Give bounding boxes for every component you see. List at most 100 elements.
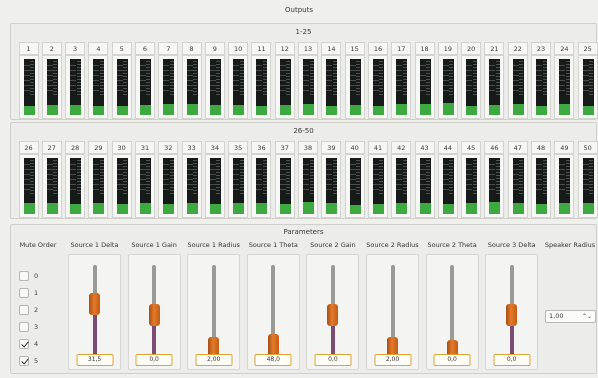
level-meter-bar: [582, 158, 594, 214]
slider-track[interactable]: [387, 265, 398, 359]
level-meter-bar: [209, 158, 221, 214]
meter-scale: [286, 160, 291, 194]
meter-ticks: [163, 164, 170, 192]
slider-track[interactable]: [506, 265, 518, 357]
meter-frame: [414, 55, 435, 119]
meter-scale: [309, 160, 314, 194]
mute-order-item-0[interactable]: 0: [19, 271, 38, 281]
mute-order-checkbox[interactable]: [19, 322, 29, 332]
meter-frame: [507, 154, 528, 218]
meter-ticks: [419, 65, 426, 93]
level-fill: [372, 106, 384, 115]
mute-order-item-1[interactable]: 1: [19, 288, 38, 298]
output-channel-label: 18: [414, 42, 435, 55]
meter-ticks: [349, 164, 356, 192]
meter-frame: [531, 55, 552, 119]
slider-value-field[interactable]: 0,0: [314, 354, 352, 366]
level-meter-bar: [93, 158, 105, 214]
meter-scale: [262, 160, 267, 194]
speaker-radius-spinbox[interactable]: 1,00 ⌃⌄: [545, 310, 596, 323]
slider-column-source-1-delta: Source 1 Delta 31,5: [65, 239, 124, 373]
slider-value-field[interactable]: 0,0: [493, 354, 531, 366]
slider-handle[interactable]: [327, 303, 339, 326]
slider-value-field[interactable]: 0,0: [433, 354, 471, 366]
level-fill: [536, 203, 548, 214]
level-meter-bar: [419, 158, 431, 214]
meter-ticks: [46, 164, 53, 192]
output-channel-label: 38: [298, 141, 319, 154]
slider-panel: 2,00: [366, 254, 419, 370]
meter-scale: [99, 61, 104, 95]
level-meter-bar: [396, 59, 408, 115]
mute-order-item-3[interactable]: 3: [19, 322, 38, 332]
meter-scale: [356, 61, 361, 95]
level-fill: [396, 202, 408, 214]
output-channel-label: 40: [344, 141, 365, 154]
output-meter-17: 17: [390, 42, 413, 119]
meter-ticks: [256, 164, 263, 192]
output-channel-label: 8: [181, 42, 202, 55]
meter-scale: [123, 160, 128, 194]
meter-scale: [169, 160, 174, 194]
slider-handle[interactable]: [506, 303, 518, 326]
slider-track[interactable]: [89, 265, 100, 357]
mute-order-column: Mute Order 0 1 2 3 4 5: [11, 239, 65, 373]
meter-scale: [216, 61, 221, 95]
level-meter-bar: [442, 59, 454, 115]
mute-order-checkbox[interactable]: [19, 305, 29, 315]
output-meter-50: 50: [576, 141, 598, 218]
level-fill: [23, 106, 35, 115]
slider-track[interactable]: [208, 265, 220, 359]
meter-ticks: [116, 65, 123, 93]
slider-handle[interactable]: [89, 292, 100, 315]
slider-value-field[interactable]: 2,00: [195, 354, 233, 366]
meter-ticks: [163, 65, 170, 93]
output-meter-8: 8: [180, 42, 203, 119]
level-fill: [139, 104, 151, 115]
mute-order-item-5[interactable]: 5: [19, 356, 38, 366]
meter-frame: [228, 55, 249, 119]
level-fill: [326, 202, 338, 214]
output-meter-22: 22: [506, 42, 529, 119]
meter-frame: [531, 154, 552, 218]
meter-frame: [134, 55, 155, 119]
level-fill: [46, 104, 58, 115]
mute-order-checkbox[interactable]: [19, 288, 29, 298]
meter-ticks: [349, 65, 356, 93]
slider-track[interactable]: [327, 265, 339, 357]
slider-value-field[interactable]: 48,0: [254, 354, 292, 366]
slider-track[interactable]: [446, 265, 458, 362]
output-meter-36: 36: [250, 141, 273, 218]
speaker-radius-column: Speaker Radius 1,00 ⌃⌄: [542, 239, 598, 373]
meter-scale: [193, 61, 198, 95]
slider-track[interactable]: [148, 265, 160, 357]
slider-handle[interactable]: [267, 334, 279, 357]
meter-scale: [565, 160, 570, 194]
meter-frame: [344, 55, 365, 119]
output-channel-label: 28: [65, 141, 86, 154]
slider-value-field[interactable]: 31,5: [76, 354, 113, 366]
level-fill: [326, 106, 338, 115]
output-meter-11: 11: [250, 42, 273, 119]
level-fill: [209, 104, 221, 115]
level-fill: [512, 202, 524, 214]
mute-order-checkbox[interactable]: [19, 339, 29, 349]
mute-order-checkbox[interactable]: [19, 271, 29, 281]
output-meter-9: 9: [203, 42, 226, 119]
slider-track[interactable]: [267, 265, 279, 357]
slider-value-field[interactable]: 0,0: [135, 354, 173, 366]
meter-scale: [542, 61, 547, 95]
slider-handle[interactable]: [148, 303, 160, 326]
mute-order-item-4[interactable]: 4: [19, 339, 38, 349]
output-channel-label: 30: [111, 141, 132, 154]
mute-order-item-2[interactable]: 2: [19, 305, 38, 315]
mute-order-checkbox[interactable]: [19, 356, 29, 366]
meter-frame: [298, 55, 319, 119]
meter-frame: [414, 154, 435, 218]
meter-ticks: [303, 164, 310, 192]
meter-ticks: [303, 65, 310, 93]
level-meter-bar: [186, 158, 198, 214]
slider-value-field[interactable]: 2,00: [374, 354, 411, 366]
spin-arrows-icon[interactable]: ⌃⌄: [582, 311, 592, 322]
meter-ticks: [326, 65, 333, 93]
